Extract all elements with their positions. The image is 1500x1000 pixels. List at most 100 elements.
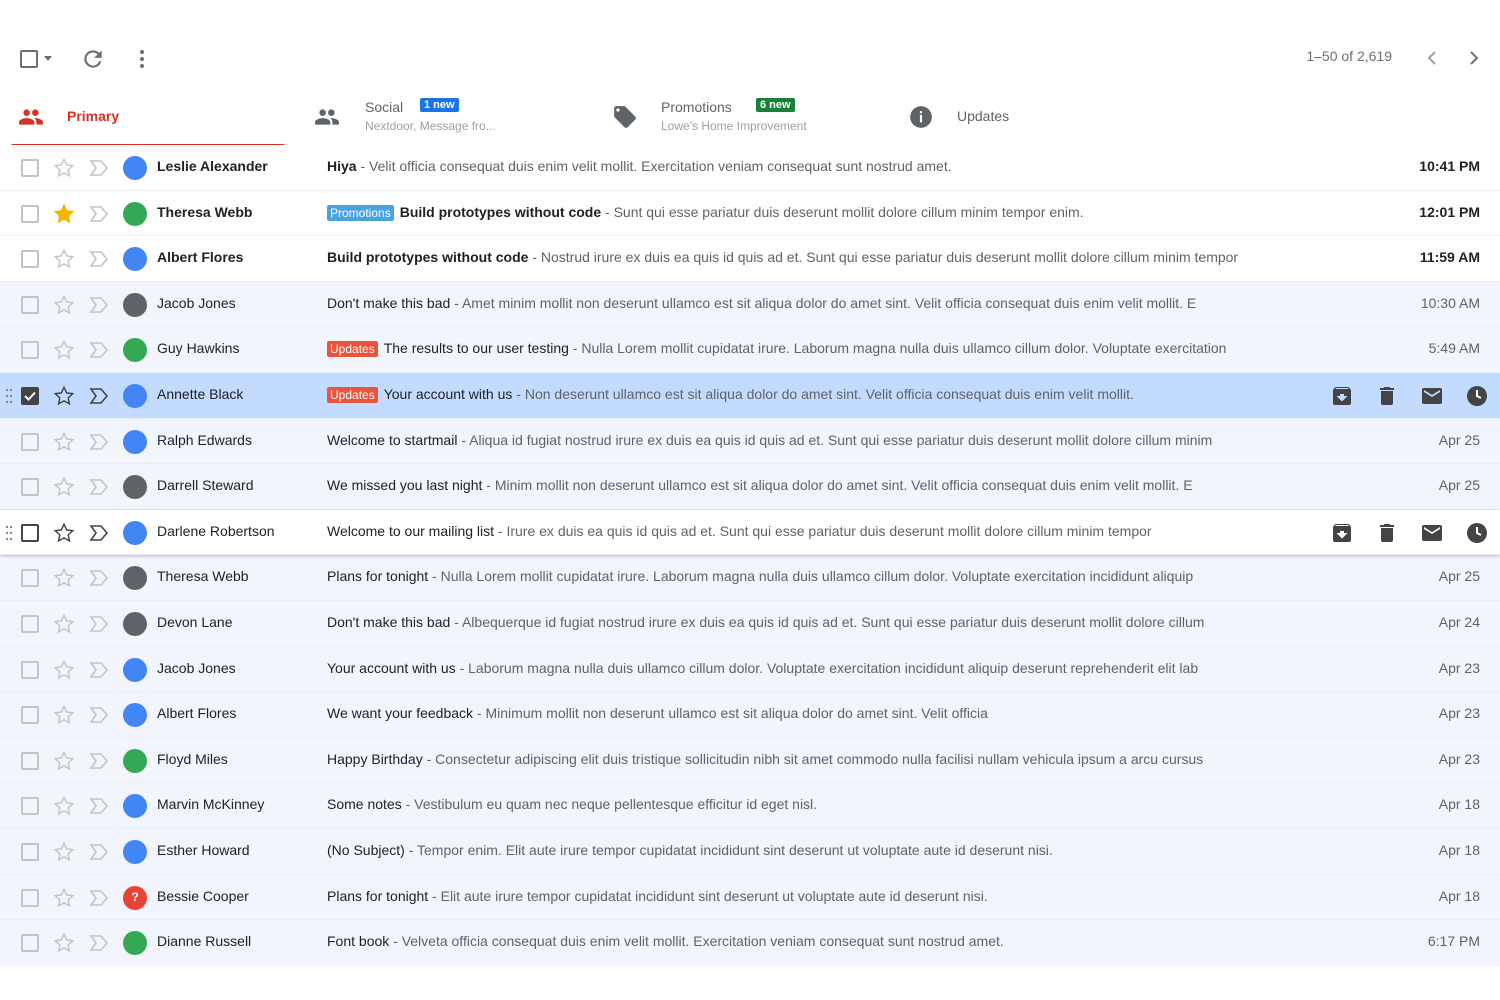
- important-marker-icon[interactable]: [88, 204, 110, 224]
- row-checkbox[interactable]: [21, 250, 39, 269]
- email-row[interactable]: Albert Flores We want your feedback - Mi…: [0, 692, 1500, 738]
- row-checkbox[interactable]: [21, 204, 39, 223]
- email-content: Plans for tonight - Nulla Lorem mollit c…: [327, 568, 1357, 584]
- tab-updates[interactable]: Updates: [900, 88, 1150, 146]
- email-snippet: - Elit aute irure tempor cupidatat incid…: [428, 887, 988, 904]
- email-row[interactable]: Guy Hawkins Updates The results to our us…: [0, 327, 1500, 373]
- email-content: Don't make this bad - Amet minim mollit …: [327, 295, 1357, 311]
- email-row[interactable]: Theresa Webb Promotions Build prototypes …: [0, 190, 1500, 237]
- snooze-icon[interactable]: [1465, 521, 1489, 545]
- snooze-icon[interactable]: [1465, 384, 1489, 408]
- important-marker-icon[interactable]: [88, 660, 110, 680]
- important-marker-icon[interactable]: [88, 477, 110, 497]
- row-checkbox[interactable]: [21, 478, 39, 497]
- row-checkbox[interactable]: [21, 842, 39, 861]
- important-marker-icon[interactable]: [88, 295, 110, 315]
- tab-promotions[interactable]: Promotions 6 new Lowe's Home Improvement: [600, 88, 890, 146]
- star-icon[interactable]: [53, 248, 75, 270]
- important-marker-icon[interactable]: [88, 249, 110, 269]
- star-icon[interactable]: [53, 841, 75, 863]
- star-icon[interactable]: [53, 932, 75, 954]
- row-checkbox[interactable]: [21, 614, 39, 633]
- row-checkbox[interactable]: [21, 751, 39, 770]
- row-checkbox[interactable]: [21, 432, 39, 451]
- important-marker-icon[interactable]: [88, 614, 110, 634]
- important-marker-icon[interactable]: [88, 933, 110, 953]
- important-marker-icon[interactable]: [88, 158, 110, 178]
- row-checkbox[interactable]: [21, 569, 39, 588]
- star-icon[interactable]: [53, 567, 75, 589]
- important-marker-icon[interactable]: [88, 432, 110, 452]
- star-icon[interactable]: [53, 431, 75, 453]
- row-checkbox[interactable]: [21, 295, 39, 314]
- archive-icon[interactable]: [1330, 384, 1354, 408]
- star-icon[interactable]: [53, 887, 75, 909]
- refresh-icon[interactable]: [80, 46, 106, 72]
- delete-icon[interactable]: [1375, 384, 1399, 408]
- row-checkbox[interactable]: [21, 888, 39, 907]
- row-checkbox[interactable]: [21, 706, 39, 725]
- email-row[interactable]: Darlene Robertson Welcome to our mailing…: [0, 509, 1500, 556]
- star-icon[interactable]: [53, 750, 75, 772]
- star-icon[interactable]: [53, 476, 75, 498]
- delete-icon[interactable]: [1375, 521, 1399, 545]
- star-icon[interactable]: [53, 203, 75, 225]
- row-checkbox[interactable]: [21, 934, 39, 953]
- row-checkbox[interactable]: [21, 159, 39, 177]
- important-marker-icon[interactable]: [88, 523, 110, 543]
- email-row[interactable]: Devon Lane Don't make this bad - Albeque…: [0, 600, 1500, 647]
- drag-handle-icon[interactable]: [5, 524, 13, 542]
- important-marker-icon[interactable]: [88, 340, 110, 360]
- star-icon[interactable]: [53, 795, 75, 817]
- row-checkbox[interactable]: [21, 523, 39, 542]
- email-row[interactable]: ? Bessie Cooper Plans for tonight - Elit…: [0, 874, 1500, 921]
- important-marker-icon[interactable]: [88, 386, 110, 406]
- email-row[interactable]: Ralph Edwards Welcome to startmail - Ali…: [0, 418, 1500, 465]
- mark-unread-icon[interactable]: [1420, 521, 1444, 545]
- star-icon[interactable]: [53, 339, 75, 361]
- important-marker-icon[interactable]: [88, 888, 110, 908]
- star-icon[interactable]: [53, 294, 75, 316]
- important-marker-icon[interactable]: [88, 796, 110, 816]
- important-marker-icon[interactable]: [88, 751, 110, 771]
- email-row[interactable]: Esther Howard (No Subject) - Tempor enim…: [0, 828, 1500, 875]
- row-checkbox[interactable]: [21, 797, 39, 816]
- important-marker-icon[interactable]: [88, 568, 110, 588]
- tab-social[interactable]: Social 1 new Nextdoor, Message fro...: [300, 88, 590, 146]
- archive-icon[interactable]: [1330, 521, 1354, 545]
- email-row[interactable]: Marvin McKinney Some notes - Vestibulum …: [0, 783, 1500, 829]
- email-row[interactable]: Jacob Jones Your account with us - Labor…: [0, 646, 1500, 693]
- select-all-checkbox[interactable]: [20, 50, 38, 68]
- email-row[interactable]: Leslie Alexander Hiya - Velit officia co…: [0, 145, 1500, 191]
- chevron-left-icon[interactable]: [1420, 46, 1444, 70]
- star-icon[interactable]: [53, 522, 75, 544]
- email-row[interactable]: Darrell Steward We missed you last night…: [0, 464, 1500, 510]
- star-icon[interactable]: [53, 385, 75, 407]
- row-checkbox[interactable]: [21, 660, 39, 679]
- avatar: [123, 931, 147, 956]
- row-checkbox[interactable]: [21, 386, 39, 405]
- email-row[interactable]: Jacob Jones Don't make this bad - Amet m…: [0, 281, 1500, 328]
- email-row[interactable]: Floyd Miles Happy Birthday - Consectetur…: [0, 737, 1500, 784]
- email-subject: Build prototypes without code: [399, 203, 602, 220]
- sender-name: Jacob Jones: [157, 294, 236, 311]
- email-row[interactable]: Theresa Webb Plans for tonight - Nulla L…: [0, 555, 1500, 601]
- star-icon[interactable]: [53, 704, 75, 726]
- row-checkbox[interactable]: [21, 341, 39, 360]
- important-marker-icon[interactable]: [88, 842, 110, 862]
- star-icon[interactable]: [53, 659, 75, 681]
- tab-primary[interactable]: Primary: [0, 88, 290, 147]
- important-marker-icon[interactable]: [88, 705, 110, 725]
- email-row[interactable]: Annette Black Updates Your account with u…: [0, 372, 1500, 419]
- mark-unread-icon[interactable]: [1420, 384, 1444, 408]
- email-date: 6:17 PM: [1427, 933, 1480, 950]
- more-vert-icon[interactable]: [132, 46, 152, 72]
- caret-down-icon[interactable]: [44, 56, 52, 61]
- star-icon[interactable]: [53, 157, 75, 179]
- chevron-right-icon[interactable]: [1462, 46, 1486, 70]
- drag-handle-icon[interactable]: [5, 387, 13, 405]
- email-row[interactable]: Dianne Russell Font book - Velveta offic…: [0, 920, 1500, 966]
- email-row[interactable]: Albert Flores Build prototypes without c…: [0, 236, 1500, 282]
- category-label: Updates: [327, 341, 378, 358]
- star-icon[interactable]: [53, 613, 75, 635]
